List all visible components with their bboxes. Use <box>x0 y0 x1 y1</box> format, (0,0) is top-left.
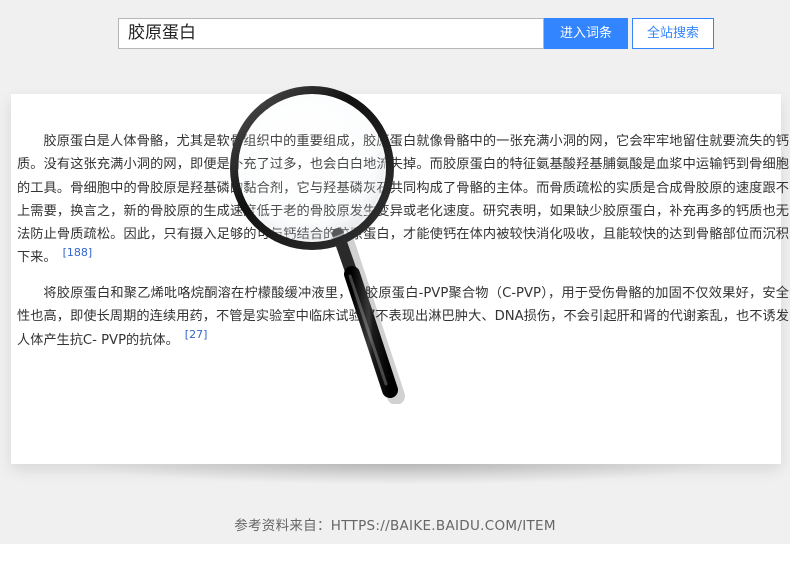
reference-link[interactable]: [27] <box>185 328 208 341</box>
search-bar: 胶原蛋白 进入词条 全站搜索 <box>118 18 714 49</box>
site-search-button[interactable]: 全站搜索 <box>632 18 714 49</box>
magnifying-glass-icon <box>230 86 405 404</box>
search-input[interactable]: 胶原蛋白 <box>118 18 544 49</box>
footer-band <box>0 544 790 568</box>
source-reference: 参考资料来自：HTTPS://BAIKE.BAIDU.COM/ITEM <box>234 518 556 534</box>
reference-link[interactable]: [188] <box>63 246 93 259</box>
enter-entry-button[interactable]: 进入词条 <box>544 18 628 49</box>
